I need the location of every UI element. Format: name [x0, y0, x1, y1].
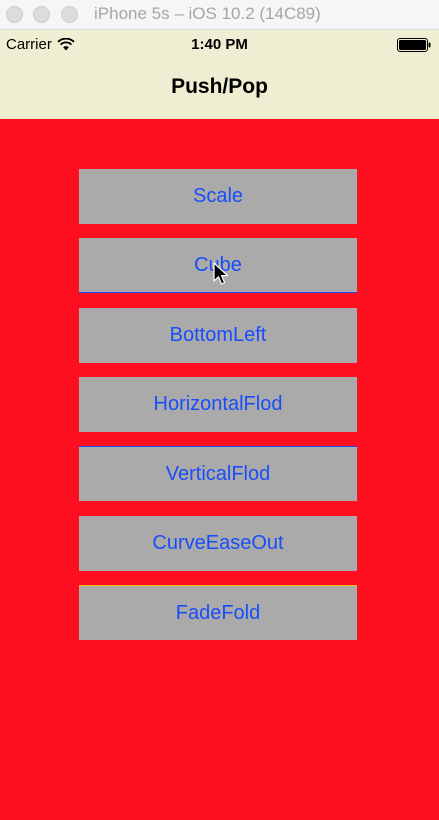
zoom-window-button[interactable] — [61, 6, 78, 23]
vertical-flod-button[interactable]: VerticalFlod — [79, 446, 357, 501]
close-window-button[interactable] — [6, 6, 23, 23]
battery-icon — [397, 38, 431, 52]
status-time: 1:40 PM — [191, 36, 248, 53]
simulator-title-bar: iPhone 5s – iOS 10.2 (14C89) — [0, 0, 439, 30]
window-title: iPhone 5s – iOS 10.2 (14C89) — [94, 4, 321, 23]
horizontal-flod-button[interactable]: HorizontalFlod — [79, 377, 357, 432]
minimize-window-button[interactable] — [33, 6, 50, 23]
page-title: Push/Pop — [171, 75, 268, 98]
scale-button[interactable]: Scale — [79, 169, 357, 224]
bottom-left-button[interactable]: BottomLeft — [79, 308, 357, 363]
curve-ease-out-button[interactable]: CurveEaseOut — [79, 516, 357, 571]
mouse-pointer-icon — [213, 262, 229, 285]
fade-fold-button[interactable]: FadeFold — [79, 585, 357, 640]
